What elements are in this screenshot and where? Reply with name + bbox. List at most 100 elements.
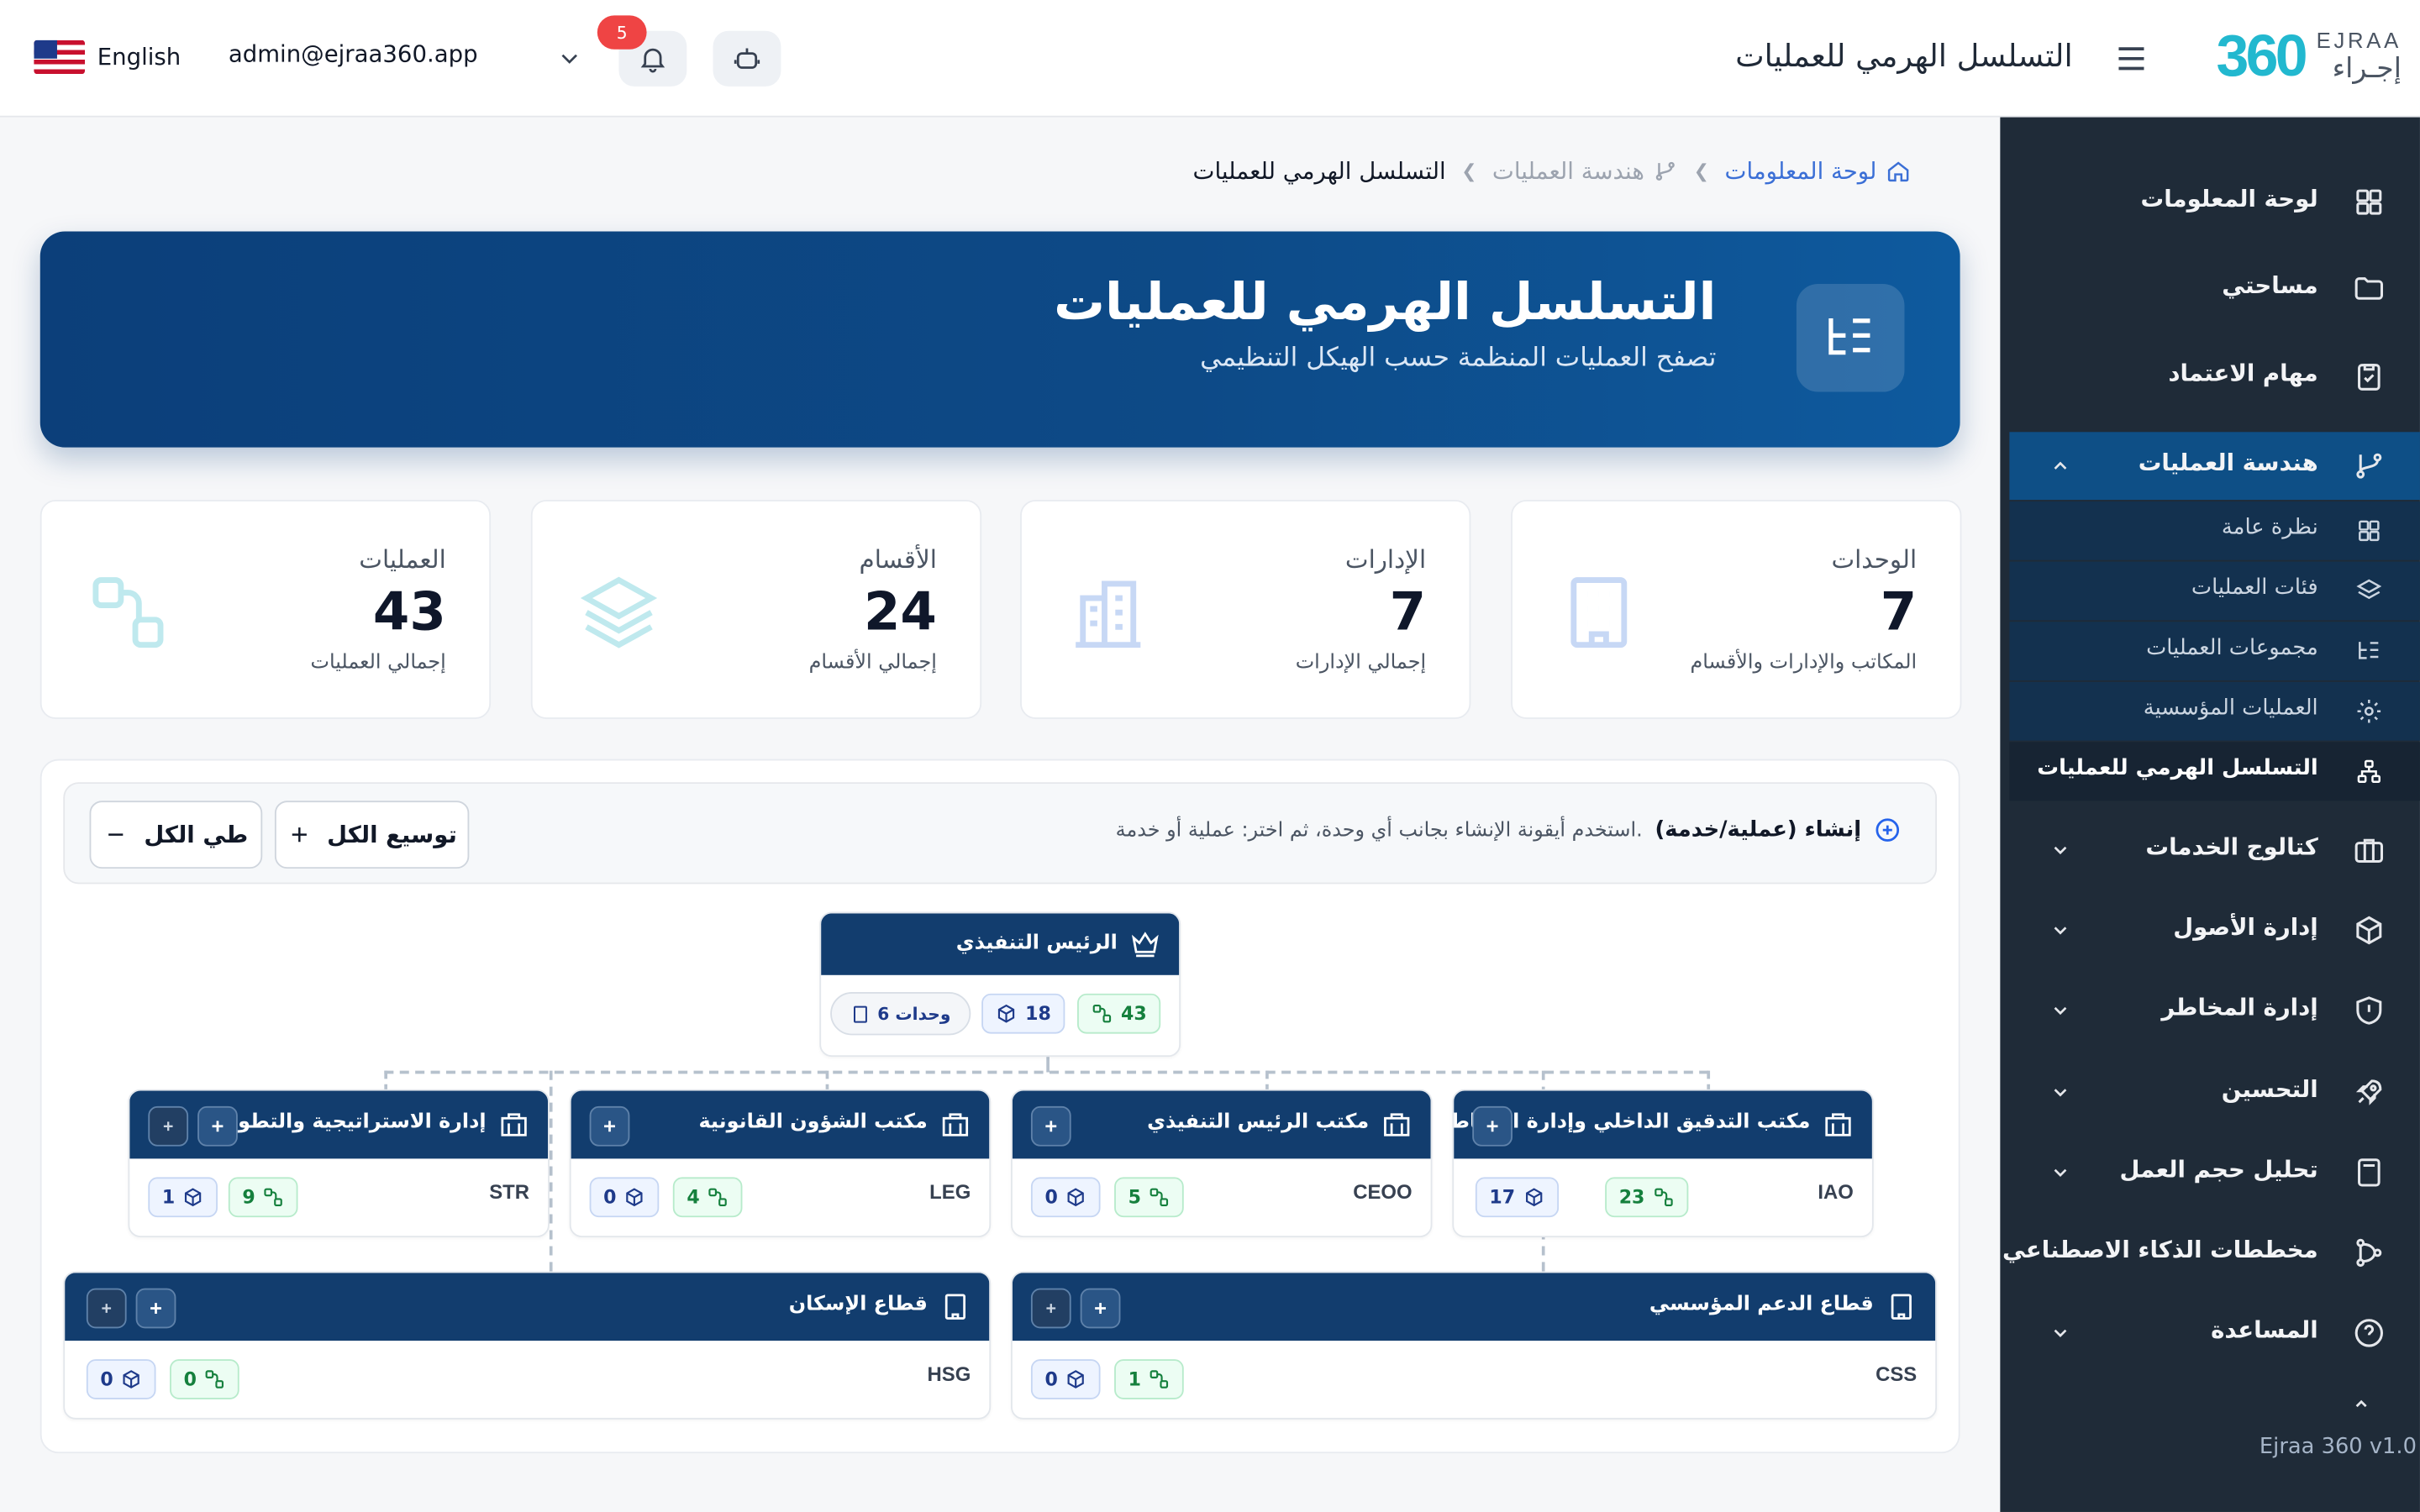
breadcrumb-current: التسلسل الهرمي للعمليات [1192,157,1446,186]
language-label: English [97,43,182,71]
calculator-icon [2358,1158,2381,1187]
cube-icon [1068,1188,1085,1207]
sidebar-item-service-catalog[interactable]: كتالوج الخدمات [2000,816,2420,885]
shield-icon [2356,996,2382,1025]
sidebar-item-workload-analysis[interactable]: تحليل حجم العمل [2000,1138,2420,1206]
sidebar-item-dashboard[interactable]: لوحة المعلومات [2000,168,2420,236]
tree-connector [1046,1057,1050,1073]
plus-icon [1046,1304,1056,1313]
plus-icon [1486,1121,1498,1132]
process-icon [265,1188,283,1206]
tree-node-root[interactable]: الرئيس التنفيذي 43 18 6 وحدات [819,911,1181,1058]
user-email[interactable]: admin@ejraa360.app [229,40,478,68]
add-child-button[interactable] [1472,1105,1512,1147]
sidebar-item-asset-management[interactable]: إدارة الأصول [2000,896,2420,964]
cube-icon [2356,916,2382,945]
chevron-down-icon[interactable] [555,45,583,72]
dashboard-icon [2356,189,2382,215]
sidebar-subitem-process-groups[interactable]: مجموعات العمليات [2009,622,2420,680]
building-icon [942,1113,969,1137]
chevron-down-icon [2054,1089,2067,1097]
processes-count-chip: 0 [170,1359,240,1399]
sidebar-item-risk-management[interactable]: إدارة المخاطر [2000,977,2420,1045]
cube-icon [185,1188,202,1207]
cube-icon [1525,1188,1542,1207]
minus-icon [108,833,124,836]
folder-icon [2354,277,2384,300]
process-icon [1093,1004,1112,1023]
processes-count-chip: 43 [1077,993,1161,1034]
breadcrumb-process-engineering[interactable]: هندسة العمليات [1492,157,1678,185]
sidebar-subitem-process-hierarchy[interactable]: التسلسل الهرمي للعمليات [2009,742,2420,801]
add-child-button[interactable] [135,1288,176,1329]
stat-value: 7 [1880,581,1918,643]
app-logo[interactable]: 360 EJRAA إجـراء [2217,24,2402,92]
processes-count-chip: 23 [1605,1177,1688,1218]
chevron-up-icon [2054,461,2067,470]
plus-icon [150,1303,161,1314]
bell-icon [640,48,666,73]
building-icon [1570,577,1628,648]
add-child-button[interactable] [1080,1288,1121,1329]
units-count-chip[interactable]: 6 وحدات [829,991,971,1036]
sidebar-subitem-process-categories[interactable]: فئات العمليات [2009,561,2420,621]
sidebar-item-my-space[interactable]: مساحتي [2000,255,2420,323]
add-child-button[interactable] [197,1105,238,1147]
building-icon [1384,1113,1410,1137]
expand-children-button[interactable] [86,1288,127,1329]
tree-list-icon [2359,642,2379,659]
assets-count-chip: 0 [589,1177,660,1218]
menu-toggle-icon[interactable] [2114,43,2148,74]
stat-value: 24 [863,581,937,643]
expand-all-button[interactable]: توسيع الكل [274,801,470,869]
tree-node-leg[interactable]: مكتب الشؤون القانونية LEG 4 0 [569,1089,992,1238]
home-icon [1887,161,1909,182]
add-child-button[interactable] [589,1105,630,1147]
add-child-button[interactable] [1030,1105,1071,1147]
stat-card-sections: الأقسام 24 إجمالي الأقسام [530,500,982,719]
stat-card-units: الوحدات 7 المكاتب والإدارات والأقسام [1511,500,1962,719]
tree-node-str[interactable]: إدارة الاستراتيجية والتطوير STR 9 1 [128,1089,550,1238]
chevron-down-icon [2054,927,2067,935]
tree-node-ceoo[interactable]: مكتب الرئيس التنفيذي CEOO 5 0 [1011,1089,1433,1238]
hierarchy-icon [2357,759,2381,783]
assets-count-chip: 18 [981,993,1065,1034]
help-icon [2354,1319,2384,1347]
briefcase-icon [2354,838,2384,864]
tree-node-css[interactable]: قطاع الدعم المؤسسي CSS 1 0 [1011,1271,1938,1420]
sidebar-item-approval-tasks[interactable]: مهام الاعتماد [2000,343,2420,411]
sidebar-item-process-engineering[interactable]: هندسة العمليات [2009,432,2420,501]
breadcrumb: لوحة المعلومات ❮ هندسة العمليات ❮ التسلس… [1193,157,1911,185]
language-switcher[interactable]: English [34,39,182,75]
scroll-up-icon[interactable] [2352,1394,2370,1413]
building-icon [1825,1113,1851,1137]
assistant-bot-button[interactable] [713,30,781,87]
tree-node-iao[interactable]: مكتب التدقيق الداخلي وإدارة المخاطر IAO … [1452,1089,1874,1238]
sidebar-subitem-enterprise-processes[interactable]: العمليات المؤسسية [2009,681,2420,741]
us-flag-icon [34,39,86,75]
tree-node-hsg[interactable]: قطاع الإسكان HSG 0 0 [63,1271,992,1420]
sidebar-subitem-overview[interactable]: نظرة عامة [2009,501,2420,560]
expand-children-button[interactable] [148,1105,189,1147]
process-icon [1150,1370,1169,1389]
page-hero-banner: التسلسل الهرمي للعمليات تصفح العمليات ال… [39,231,1960,448]
sidebar-item-ai-diagrams[interactable]: مخططات الذكاء الاصطناعي [2000,1219,2420,1287]
gear-icon [2357,699,2381,723]
hierarchy-toolbar: إنشاء (عملية/خدمة) استخدم أيقونة الإنشاء… [63,782,1938,885]
process-icon [709,1188,728,1206]
stat-card-processes: العمليات 43 إجمالي العمليات [39,500,492,719]
sidebar-item-help[interactable]: المساعدة [2000,1299,2420,1368]
expand-children-button[interactable] [1030,1288,1071,1329]
sidebar: لوحة المعلومات مساحتي مهام الاعتماد هندس… [2000,117,2420,1512]
building-icon [1891,1294,1912,1320]
plus-icon [1045,1121,1057,1132]
collapse-all-button[interactable]: طي الكل [89,801,263,869]
cube-icon [1068,1370,1085,1389]
rocket-icon [2355,1079,2382,1105]
building-icon [853,1005,867,1022]
sidebar-item-improvement[interactable]: التحسين [2000,1058,2420,1126]
breadcrumb-home[interactable]: لوحة المعلومات [1725,157,1911,185]
processes-count-chip: 1 [1114,1359,1185,1399]
chevron-down-icon [2054,1006,2067,1016]
chevron-down-icon [2054,1168,2067,1178]
